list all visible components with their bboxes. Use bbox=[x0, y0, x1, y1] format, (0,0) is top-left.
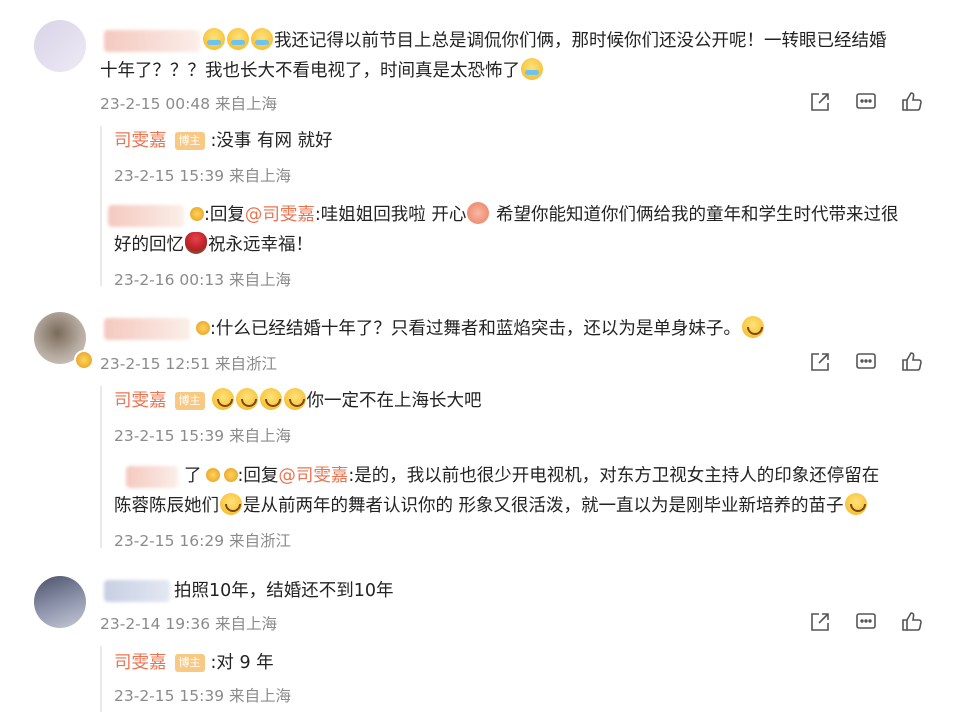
subreply-meta: 23-2-15 16:29 来自浙江 bbox=[114, 532, 292, 550]
laughing-emoji-icon bbox=[220, 493, 242, 515]
reply-author[interactable]: 司雯嘉 bbox=[114, 391, 167, 411]
crying-emoji-icon bbox=[251, 28, 273, 50]
reply-text: 司雯嘉 博主:对 9 年 bbox=[114, 653, 274, 673]
comment-actions bbox=[808, 350, 924, 374]
share-icon[interactable] bbox=[808, 610, 832, 634]
verified-icon bbox=[74, 350, 94, 370]
comment-meta: 23-2-14 19:36 来自上海 bbox=[100, 615, 278, 633]
vip-icon bbox=[190, 207, 204, 221]
comment-text: 我还记得以前节目上总是调侃你们俩，那时候你们还没公开呢！一转眼已经结婚 bbox=[202, 26, 887, 56]
like-icon[interactable] bbox=[900, 90, 924, 114]
reply-text: 司雯嘉 博主 你一定不在上海长大吧 bbox=[114, 386, 482, 416]
like-icon[interactable] bbox=[900, 350, 924, 374]
author-badge: 博主 bbox=[174, 392, 205, 410]
crying-emoji-icon bbox=[203, 28, 225, 50]
laughing-emoji-icon bbox=[283, 388, 306, 410]
subreply-meta: 23-2-16 00:13 来自上海 bbox=[114, 271, 292, 289]
comment-text: :什么已经结婚十年了？只看过舞者和蓝焰突击，还以为是单身妹子。 bbox=[192, 314, 765, 344]
reply-meta: 23-2-15 15:39 来自上海 bbox=[114, 687, 292, 705]
comment-actions bbox=[808, 90, 924, 114]
comment-icon[interactable] bbox=[854, 90, 878, 114]
comment-meta: 23-2-15 12:51 来自浙江 bbox=[100, 355, 278, 373]
reply-thread-line bbox=[100, 126, 102, 286]
like-icon[interactable] bbox=[900, 610, 924, 634]
vip-icon bbox=[223, 468, 238, 482]
username-blurred[interactable] bbox=[104, 318, 190, 340]
username-blurred[interactable] bbox=[104, 580, 170, 602]
comment-text: 十年了？？？我也长大不看电视了，时间真是太恐怖了 bbox=[100, 56, 544, 86]
author-badge: 博主 bbox=[174, 654, 205, 672]
reply-author[interactable]: 司雯嘉 bbox=[114, 653, 167, 673]
reply-thread-line bbox=[100, 386, 102, 548]
subreply-text: 了:回复@司雯嘉:是的，我以前也很少开电视机，对东方卫视女主持人的印象还停留在 bbox=[184, 466, 880, 486]
subreply-text: :回复@司雯嘉:哇姐姐回我啦 开心 希望你能知道你们俩给我的童年和学生时代带来过… bbox=[186, 200, 898, 230]
avatar[interactable] bbox=[34, 20, 86, 72]
happy-emoji-icon bbox=[467, 202, 490, 224]
vip-icon bbox=[196, 321, 210, 335]
username-blurred[interactable] bbox=[108, 205, 184, 227]
verified-icon bbox=[205, 468, 220, 482]
laughing-emoji-icon bbox=[211, 388, 234, 410]
reply-meta: 23-2-15 15:39 来自上海 bbox=[114, 167, 292, 185]
laughing-emoji-icon bbox=[844, 493, 867, 515]
author-badge: 博主 bbox=[174, 132, 205, 150]
reply-thread-line bbox=[100, 646, 102, 712]
comment-actions bbox=[808, 610, 924, 634]
reply-meta: 23-2-15 15:39 来自上海 bbox=[114, 427, 292, 445]
reply-text: 司雯嘉 博主:没事 有网 就好 bbox=[114, 131, 333, 151]
crying-emoji-icon bbox=[227, 28, 249, 50]
comment-text: 拍照10年，结婚还不到10年 bbox=[174, 581, 394, 601]
share-icon[interactable] bbox=[808, 90, 832, 114]
laughing-emoji-icon bbox=[741, 316, 764, 338]
comment-icon[interactable] bbox=[854, 610, 878, 634]
comment-meta: 23-2-15 00:48 来自上海 bbox=[100, 95, 278, 113]
crying-emoji-icon bbox=[521, 58, 543, 80]
share-icon[interactable] bbox=[808, 350, 832, 374]
reply-author[interactable]: 司雯嘉 bbox=[114, 131, 167, 151]
subreply-text: 陈蓉陈辰她们 是从前两年的舞者认识你的 形象又很活泼，就一直以为是刚毕业新培养的苗… bbox=[114, 491, 868, 521]
laughing-emoji-icon bbox=[235, 388, 258, 410]
username-blurred[interactable] bbox=[126, 466, 178, 488]
laughing-emoji-icon bbox=[259, 388, 282, 410]
mention-link[interactable]: @司雯嘉 bbox=[245, 205, 315, 225]
mention-link[interactable]: @司雯嘉 bbox=[278, 466, 348, 486]
subreply-text: 好的回忆 祝永远幸福！ bbox=[114, 230, 313, 260]
rose-emoji-icon bbox=[185, 232, 207, 254]
username-blurred[interactable] bbox=[104, 30, 200, 52]
avatar[interactable] bbox=[34, 576, 86, 628]
comment-icon[interactable] bbox=[854, 350, 878, 374]
